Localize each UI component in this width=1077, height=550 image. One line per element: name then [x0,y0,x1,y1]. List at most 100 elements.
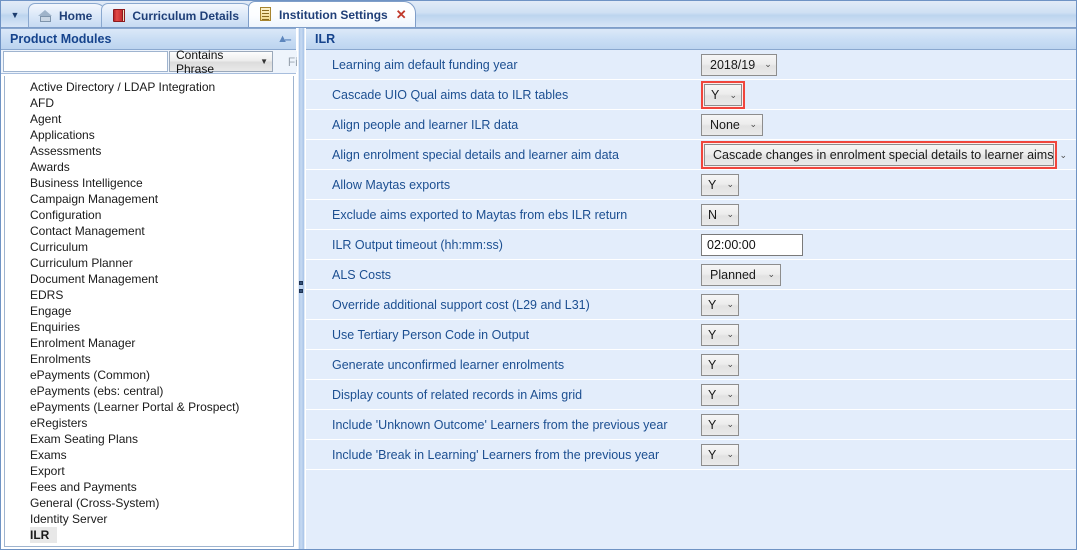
setting-dropdown[interactable]: Planned ⌄ [701,263,781,286]
product-modules-panel: Product Modules ▲̶ Contains Phrase ▼ Fin… [1,28,326,549]
setting-dropdown[interactable]: Y ⌄ [701,353,739,376]
list-item[interactable]: ePayments (ebs: central) [5,383,293,399]
list-item[interactable]: Awards [5,159,293,175]
setting-row: ILR Output timeout (hh:mm:ss) 02:00:00 [306,230,1076,260]
setting-value: Y [708,417,717,432]
setting-dropdown[interactable]: Y ⌄ [701,293,739,316]
list-item-label: ILR [30,527,58,543]
ilr-section-title: ILR [315,32,336,46]
list-item-label: Enrolment Manager [30,336,136,350]
list-item[interactable]: Configuration [5,207,293,223]
setting-dropdown[interactable]: Y ⌄ [701,173,739,196]
setting-dropdown[interactable]: Y ⌄ [701,323,739,346]
list-item[interactable]: Identity Server [5,511,293,527]
list-item[interactable]: Active Directory / LDAP Integration [5,79,293,95]
ilr-section-header: ILR [306,28,1076,50]
setting-dropdown[interactable]: None ⌄ [701,113,763,136]
panel-splitter[interactable] [297,28,306,549]
list-item[interactable]: Business Intelligence [5,175,293,191]
list-item[interactable]: Fees and Payments [5,479,293,495]
chevron-down-icon: ⌄ [726,389,734,399]
document-icon [258,7,273,22]
tab-bar: ▼ Home Curriculum Details Institution Sett… [1,1,1076,28]
grip-dot [299,288,303,293]
list-item-label: Agent [30,112,62,126]
setting-dropdown[interactable]: Y ⌄ [701,383,739,406]
list-item-label: ePayments (Learner Portal & Prospect) [30,400,240,414]
list-item-label: Exams [30,448,67,462]
setting-dropdown[interactable]: Cascade changes in enrolment special det… [704,143,1067,166]
list-item[interactable]: General (Cross-System) [5,495,293,511]
list-item[interactable]: Enquiries [5,319,293,335]
list-item[interactable]: ILR [5,527,293,543]
list-item[interactable]: Exams [5,447,293,463]
setting-text-input[interactable]: 02:00:00 [701,233,803,256]
setting-label: Learning aim default funding year [332,57,518,72]
chevron-down-icon: ⌄ [726,449,734,459]
setting-row: Generate unconfirmed learner enrolments Y… [306,350,1076,380]
tab-list-dropdown-icon[interactable]: ▼ [5,4,25,26]
setting-dropdown[interactable]: Y ⌄ [701,413,739,436]
tab-curriculum-details[interactable]: Curriculum Details [101,3,255,27]
list-item[interactable]: Engage [5,303,293,319]
list-item[interactable]: Curriculum [5,239,293,255]
list-item-label: Identity Server [30,512,108,526]
setting-row: Allow Maytas exports Y ⌄ [306,170,1076,200]
list-item-label: General (Cross-System) [30,496,160,510]
list-item[interactable]: AFD [5,95,293,111]
setting-label: ILR Output timeout (hh:mm:ss) [332,237,503,252]
main-body: Product Modules ▲̶ Contains Phrase ▼ Fin… [1,28,1076,549]
list-item[interactable]: Contact Management [5,223,293,239]
tab-home[interactable]: Home [28,3,108,27]
list-item-label: Business Intelligence [30,176,143,190]
list-item-label: Contact Management [30,224,145,238]
setting-control-cell: Y ⌄ [701,173,1076,196]
list-item-label: Exam Seating Plans [30,432,139,446]
setting-value: Y [708,357,717,372]
chevron-double-up-icon[interactable]: ▲̶ [277,33,288,45]
setting-control-cell: Planned ⌄ [701,263,1076,286]
list-item[interactable]: Exam Seating Plans [5,431,293,447]
setting-control-cell: 2018/19 ⌄ [701,53,1076,76]
list-item-label: Active Directory / LDAP Integration [30,80,216,94]
list-item[interactable]: Agent [5,111,293,127]
list-item[interactable]: Curriculum Planner [5,255,293,271]
list-item-label: ePayments (Common) [30,368,151,382]
setting-label: ALS Costs [332,267,392,282]
setting-control-cell: Y ⌄ [701,323,1076,346]
list-item[interactable]: Document Management [5,271,293,287]
setting-value: None [710,117,740,132]
setting-label: Include 'Break in Learning' Learners fro… [332,447,660,462]
splitter-grip[interactable] [299,280,304,297]
search-match-mode-dropdown[interactable]: Contains Phrase ▼ [169,48,273,76]
chevron-down-icon: ▼ [260,57,268,66]
setting-dropdown[interactable]: Y ⌄ [701,443,739,466]
search-input[interactable] [3,51,168,72]
list-item[interactable]: Enrolment Manager [5,335,293,351]
list-item[interactable]: Export [5,463,293,479]
list-item[interactable]: Enrolments [5,351,293,367]
list-item[interactable]: EDRS [5,287,293,303]
setting-control-cell: Cascade changes in enrolment special det… [701,140,1076,169]
tab-institution-settings[interactable]: Institution Settings ✕ [248,1,416,27]
list-item[interactable]: Campaign Management [5,191,293,207]
tab-label: Institution Settings [279,7,388,22]
chevron-down-icon: ⌄ [726,329,734,339]
setting-dropdown[interactable]: Y ⌄ [704,83,742,106]
setting-dropdown[interactable]: 2018/19 ⌄ [701,53,777,76]
setting-dropdown[interactable]: N ⌄ [701,203,739,226]
setting-label: Cascade UIO Qual aims data to ILR tables [332,87,569,102]
product-modules-list[interactable]: Active Directory / LDAP Integration AFD Ag… [4,76,294,547]
list-item[interactable]: eRegisters [5,415,293,431]
list-item-label: Engage [30,304,72,318]
setting-control-cell: N ⌄ [701,203,1076,226]
setting-control-cell: Y ⌄ [701,293,1076,316]
list-item[interactable]: ePayments (Common) [5,367,293,383]
close-icon[interactable]: ✕ [396,8,407,21]
list-item[interactable]: ePayments (Learner Portal & Prospect) [5,399,293,415]
setting-control-cell: Y ⌄ [701,443,1076,466]
list-item[interactable]: Assessments [5,143,293,159]
setting-value: 02:00:00 [707,237,756,252]
list-item[interactable]: Applications [5,127,293,143]
setting-row: Align people and learner ILR data None ⌄ [306,110,1076,140]
